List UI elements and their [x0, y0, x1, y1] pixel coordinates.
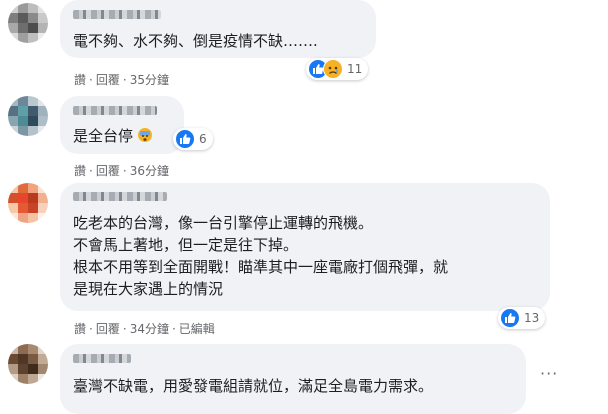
separator: ·: [171, 322, 176, 336]
like-link[interactable]: 讚: [74, 164, 86, 178]
edited-label[interactable]: 已編輯: [179, 322, 215, 336]
separator: ·: [89, 73, 93, 87]
separator: ·: [122, 322, 127, 336]
separator: ·: [89, 322, 93, 336]
like-icon: [175, 129, 195, 149]
comment-text-line: 不會馬上著地，但一定是往下掉。: [73, 236, 299, 254]
comment-text-content: 是全台停: [73, 127, 134, 145]
avatar[interactable]: [8, 96, 48, 136]
reaction-summary[interactable]: 11: [306, 58, 369, 80]
reply-link[interactable]: 回覆: [96, 322, 120, 336]
reaction-summary[interactable]: 13: [498, 307, 546, 329]
timestamp[interactable]: 34分鐘: [130, 322, 169, 336]
timestamp[interactable]: 35分鐘: [130, 73, 169, 87]
commenter-name[interactable]: [73, 354, 131, 363]
reply-link[interactable]: 回覆: [96, 164, 120, 178]
wow-icon: [137, 128, 152, 142]
reaction-count: 6: [199, 132, 207, 146]
avatar[interactable]: [8, 183, 48, 223]
comment-actions: 讚 · 回覆 · 36分鐘: [74, 162, 169, 179]
commenter-name[interactable]: [73, 192, 167, 201]
comment-bubble: 吃老本的台灣，像一台引擎停止運轉的飛機。 不會馬上著地，但一定是往下掉。 根本不…: [60, 183, 550, 311]
like-icon: [500, 308, 520, 328]
sad-icon: [323, 59, 343, 79]
comment-text-line: 是現在大家遇上的情況: [73, 280, 224, 298]
comment-text-line: 吃老本的台灣，像一台引擎停止運轉的飛機。: [73, 214, 374, 232]
comment-text: 是全台停: [73, 126, 152, 147]
like-link[interactable]: 讚: [74, 322, 86, 336]
comment-bubble: 是全台停: [60, 96, 184, 154]
separator: ·: [122, 73, 127, 87]
comment-actions: 讚 · 回覆 · 34分鐘 · 已編輯: [74, 320, 215, 337]
comment-bubble: 臺灣不缺電，用愛發電組請就位，滿足全島電力需求。: [60, 344, 526, 414]
timestamp[interactable]: 36分鐘: [130, 164, 169, 178]
reaction-summary[interactable]: 6: [173, 128, 213, 150]
separator: ·: [122, 164, 127, 178]
comment-text: 電不夠、水不夠、倒是疫情不缺…….: [73, 32, 318, 50]
more-options-icon[interactable]: ···: [540, 364, 558, 383]
commenter-name[interactable]: [73, 10, 161, 19]
reply-link[interactable]: 回覆: [96, 73, 120, 87]
comment-text: 臺灣不缺電，用愛發電組請就位，滿足全島電力需求。: [73, 377, 434, 395]
like-link[interactable]: 讚: [74, 73, 86, 87]
comment-text-line: 根本不用等到全面開戰！瞄準其中一座電廠打個飛彈，就: [73, 258, 449, 276]
avatar[interactable]: [8, 3, 48, 43]
reaction-count: 13: [524, 311, 540, 325]
reaction-count: 11: [347, 62, 363, 76]
comment-bubble: 電不夠、水不夠、倒是疫情不缺…….: [60, 0, 376, 58]
avatar[interactable]: [8, 344, 48, 384]
separator: ·: [89, 164, 93, 178]
commenter-name[interactable]: [73, 106, 157, 115]
comment-actions: 讚 · 回覆 · 35分鐘: [74, 71, 169, 88]
